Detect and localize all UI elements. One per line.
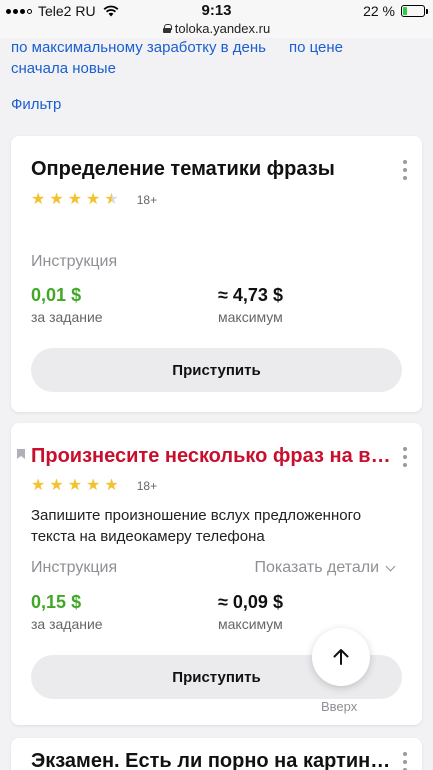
- scroll-to-top-button[interactable]: [312, 628, 370, 686]
- max-earnings: ≈ 4,73 $: [218, 285, 283, 306]
- task-card[interactable]: Определение тематики фразы ★ ★ ★ ★ ★ 18+…: [11, 136, 422, 412]
- rating: ★ ★ ★ ★ ★ 18+: [31, 478, 157, 494]
- star-icon: ★: [67, 191, 83, 208]
- more-options-icon[interactable]: [402, 752, 408, 770]
- more-options-icon[interactable]: [402, 160, 408, 180]
- task-card[interactable]: Произнесите несколько фраз на виде... ★ …: [11, 423, 422, 725]
- chevron-down-icon: [385, 561, 396, 571]
- star-icon: ★: [49, 191, 64, 208]
- scroll-to-top-label: Вверх: [321, 699, 358, 714]
- currency-symbol: $: [71, 592, 82, 612]
- currency-symbol: $: [272, 592, 283, 612]
- url-bar[interactable]: toloka.yandex.ru: [0, 21, 433, 36]
- battery-icon: [401, 5, 428, 17]
- age-badge: 18+: [136, 479, 158, 493]
- age-badge: 18+: [136, 193, 158, 207]
- task-title[interactable]: Произнесите несколько фраз на виде...: [31, 445, 391, 468]
- sort-by-price[interactable]: по цене: [289, 39, 343, 56]
- filter-link[interactable]: Фильтр: [11, 96, 61, 113]
- details-label: Показать детали: [254, 559, 379, 576]
- reward-value: 0,15: [31, 592, 67, 612]
- bookmark-icon: [17, 449, 25, 459]
- start-task-button[interactable]: Приступить: [31, 348, 402, 392]
- star-icon: ★: [31, 477, 46, 494]
- task-description: Запишите произношение вслух предложенног…: [31, 507, 362, 545]
- reward-per-task: 0,15 $: [31, 592, 81, 613]
- max-value: ≈ 0,09: [218, 592, 268, 612]
- instruction-link[interactable]: Инструкция: [31, 559, 117, 577]
- task-title[interactable]: Экзамен. Есть ли порно на картинке?: [31, 750, 391, 770]
- max-value: ≈ 4,73: [218, 285, 268, 305]
- star-icon: ★: [67, 477, 83, 494]
- reward-caption: за задание: [31, 309, 103, 325]
- star-icon: ★: [31, 191, 46, 208]
- star-half-icon: ★: [104, 191, 119, 208]
- rating: ★ ★ ★ ★ ★ 18+: [31, 192, 157, 208]
- max-earnings: ≈ 0,09 $: [218, 592, 283, 613]
- battery-percent: 22 %: [363, 3, 395, 19]
- task-title[interactable]: Определение тематики фразы: [31, 158, 335, 181]
- star-icon: ★: [49, 477, 64, 494]
- reward-caption: за задание: [31, 616, 103, 632]
- status-right: 22 %: [363, 3, 428, 19]
- more-options-icon[interactable]: [402, 447, 408, 467]
- lock-icon: [162, 24, 172, 33]
- url-text: toloka.yandex.ru: [174, 21, 271, 36]
- arrow-up-icon: [333, 649, 349, 665]
- currency-symbol: $: [71, 285, 82, 305]
- star-icon: ★: [86, 191, 101, 208]
- reward-value: 0,01: [31, 285, 67, 305]
- status-bar: Tele2 RU 9:13 22 % toloka.yandex.ru: [0, 0, 433, 38]
- instruction-link[interactable]: Инструкция: [31, 253, 117, 271]
- star-icon: ★: [86, 477, 101, 494]
- currency-symbol: $: [272, 285, 283, 305]
- task-card[interactable]: Экзамен. Есть ли порно на картинке?: [11, 738, 422, 770]
- reward-per-task: 0,01 $: [31, 285, 81, 306]
- max-caption: максимум: [218, 309, 283, 325]
- star-icon: ★: [104, 477, 119, 494]
- max-caption: максимум: [218, 616, 283, 632]
- sort-by-newest[interactable]: сначала новые: [11, 60, 116, 77]
- show-details-toggle[interactable]: Показать детали: [254, 559, 396, 577]
- sort-by-max-earnings[interactable]: по максимальному заработку в день: [11, 39, 266, 56]
